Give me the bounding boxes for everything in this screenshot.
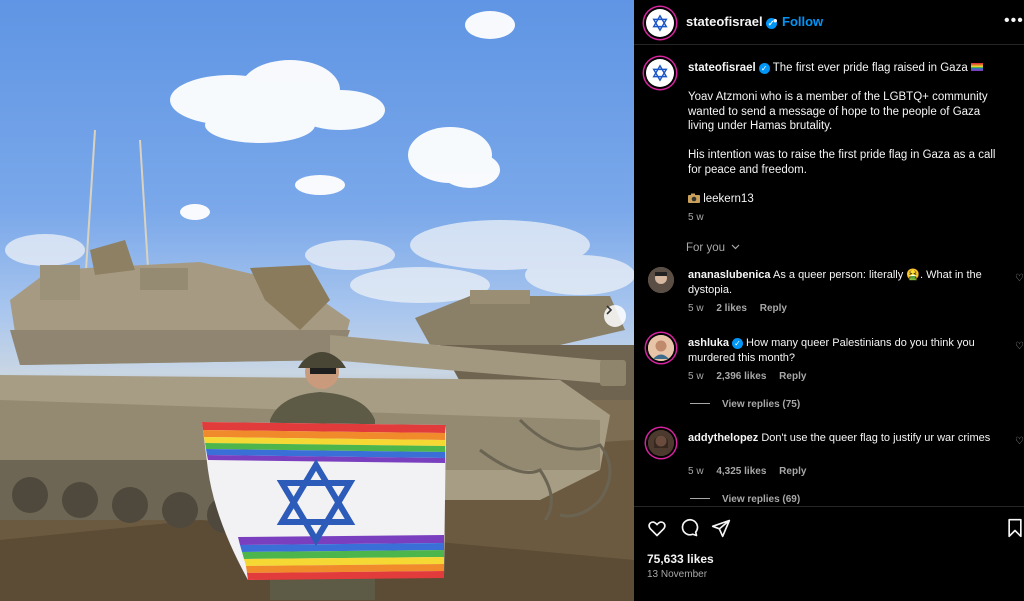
heart-icon[interactable]: ♡ bbox=[1015, 273, 1024, 284]
photo-scene bbox=[0, 11, 634, 601]
heart-icon[interactable]: ♡ bbox=[1015, 341, 1024, 352]
comment-body: ashluka ✓ How many queer Palestinians do … bbox=[688, 336, 1010, 365]
caption-paragraph-2: His intention was to raise the first pri… bbox=[688, 149, 996, 176]
view-replies-label: View replies (69) bbox=[722, 494, 801, 505]
heart-icon[interactable]: ♡ bbox=[1015, 436, 1024, 447]
comment-likes[interactable]: 2 likes bbox=[716, 303, 747, 314]
reply-button[interactable]: Reply bbox=[779, 466, 806, 477]
caption-age: 5 w bbox=[688, 212, 704, 223]
bookmark-icon[interactable] bbox=[1006, 518, 1024, 538]
comment-meta: 5 w 2 likes Reply bbox=[688, 303, 787, 314]
view-replies-button[interactable]: View replies (69) bbox=[690, 494, 800, 505]
profile-photo bbox=[648, 335, 674, 361]
author-username[interactable]: stateofisrael ✓ bbox=[686, 14, 777, 29]
comment-likes[interactable]: 4,325 likes bbox=[716, 466, 766, 477]
chevron-right-icon bbox=[606, 305, 613, 315]
comment-text: Don't use the queer flag to justify ur w… bbox=[761, 432, 991, 444]
reply-button[interactable]: Reply bbox=[760, 303, 787, 314]
verified-badge-icon: ✓ bbox=[758, 63, 770, 74]
view-replies-button[interactable]: View replies (75) bbox=[690, 399, 800, 410]
post-date: 13 November bbox=[647, 569, 708, 580]
comment-age: 5 w bbox=[688, 303, 704, 314]
comment-sort-label: For you bbox=[686, 242, 725, 254]
verified-badge-icon: ✓ bbox=[731, 338, 743, 349]
author-avatar[interactable] bbox=[646, 9, 674, 37]
caption-paragraph-1: Yoav Atzmoni who is a member of the LGBT… bbox=[688, 91, 988, 132]
commenter-username[interactable]: ananaslubenica bbox=[688, 269, 771, 281]
heart-icon[interactable] bbox=[647, 518, 667, 538]
profile-photo bbox=[648, 430, 674, 456]
likes-count[interactable]: 75,633 likes bbox=[647, 552, 714, 566]
replies-divider bbox=[690, 403, 710, 404]
photo-credit: leekern13 bbox=[688, 192, 1008, 207]
share-icon[interactable] bbox=[711, 518, 731, 538]
comment-body: addythelopez Don't use the queer flag to… bbox=[688, 431, 1010, 446]
camera-icon bbox=[688, 193, 700, 203]
commenter-username[interactable]: ashluka bbox=[688, 337, 729, 349]
star-of-david-icon bbox=[652, 64, 668, 82]
comment-meta: 5 w 4,325 likes Reply bbox=[688, 466, 806, 477]
comment-likes[interactable]: 2,396 likes bbox=[716, 371, 766, 382]
replies-divider bbox=[690, 498, 710, 499]
star-of-david-icon bbox=[652, 14, 668, 32]
caption-title-line: stateofisrael ✓ The first ever pride flag… bbox=[688, 61, 1008, 76]
more-options-icon[interactable]: ••• bbox=[1004, 12, 1024, 30]
chevron-down-icon bbox=[731, 244, 740, 250]
commenter-avatar[interactable] bbox=[648, 335, 674, 361]
commenter-avatar[interactable] bbox=[648, 267, 674, 293]
separator-dot: • bbox=[773, 13, 778, 28]
commenter-username[interactable]: addythelopez bbox=[688, 432, 758, 444]
post-header: stateofisrael ✓ • Follow ••• bbox=[634, 0, 1024, 45]
post-photo[interactable] bbox=[0, 0, 634, 601]
profile-photo bbox=[648, 267, 674, 293]
follow-button[interactable]: Follow bbox=[782, 14, 823, 29]
comment-sort-dropdown[interactable]: For you bbox=[686, 242, 740, 254]
comment-meta: 5 w 2,396 likes Reply bbox=[688, 371, 806, 382]
caption-avatar[interactable] bbox=[646, 59, 674, 87]
post-actions-bar: 75,633 likes 13 November bbox=[634, 506, 1024, 601]
comment-age: 5 w bbox=[688, 371, 704, 382]
commenter-avatar[interactable] bbox=[648, 430, 674, 456]
photo-credit-username[interactable]: leekern13 bbox=[703, 193, 754, 205]
comment-icon[interactable] bbox=[679, 518, 699, 538]
post-side-panel: stateofisrael ✓ • Follow ••• stateofisrae… bbox=[634, 0, 1024, 601]
reply-button[interactable]: Reply bbox=[779, 371, 806, 382]
caption-username[interactable]: stateofisrael bbox=[688, 62, 756, 74]
rainbow-flag-icon bbox=[970, 63, 983, 71]
comment-text: How many queer Palestinians do you think… bbox=[688, 337, 975, 364]
comment-age: 5 w bbox=[688, 466, 704, 477]
caption-title: The first ever pride flag raised in Gaza bbox=[772, 62, 968, 74]
comment-body: ananaslubenica As a queer person: litera… bbox=[688, 268, 1010, 297]
view-replies-label: View replies (75) bbox=[722, 399, 801, 410]
next-image-button[interactable] bbox=[604, 305, 626, 327]
